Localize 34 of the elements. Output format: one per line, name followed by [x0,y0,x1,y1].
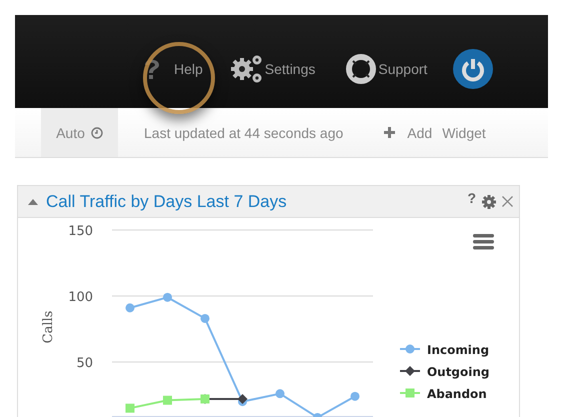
plus-icon [384,127,396,138]
last-updated-text: Last updated at 44 seconds ago [144,124,344,140]
y-tick-label: 150 [68,224,93,239]
y-axis-title: Calls [41,310,56,344]
point [163,292,172,302]
legend-label[interactable]: Incoming [427,343,490,357]
legend-marker [400,366,420,376]
support-link[interactable]: Support [345,52,428,84]
help-button[interactable]: ? [467,190,476,206]
menu-icon[interactable] [473,234,494,250]
lifebuoy-icon [345,52,378,84]
gears-icon [230,54,264,84]
y-tick-label: 50 [76,356,93,371]
legend-label[interactable]: Outgoing [427,365,490,379]
point [126,303,134,312]
power-button[interactable] [453,48,494,88]
clock-icon [90,126,103,138]
legend-marker [400,344,420,354]
collapse-triangle-icon[interactable] [28,198,38,204]
point [350,392,360,401]
legend-marker [400,388,420,398]
point [238,394,248,404]
point [126,404,134,413]
add-widget-button[interactable]: Add Widget [384,124,486,140]
settings-icon[interactable] [482,194,496,208]
legend-label[interactable]: Abandon [427,387,487,401]
help-link[interactable]: Help [143,56,203,80]
point [276,389,284,398]
widget-title: Call Traffic by Days Last 7 Days [46,192,288,212]
point [163,396,172,405]
point [200,314,210,323]
settings-link[interactable]: Settings [230,54,316,84]
close-icon[interactable] [502,196,513,207]
y-tick-label: 100 [68,290,93,305]
